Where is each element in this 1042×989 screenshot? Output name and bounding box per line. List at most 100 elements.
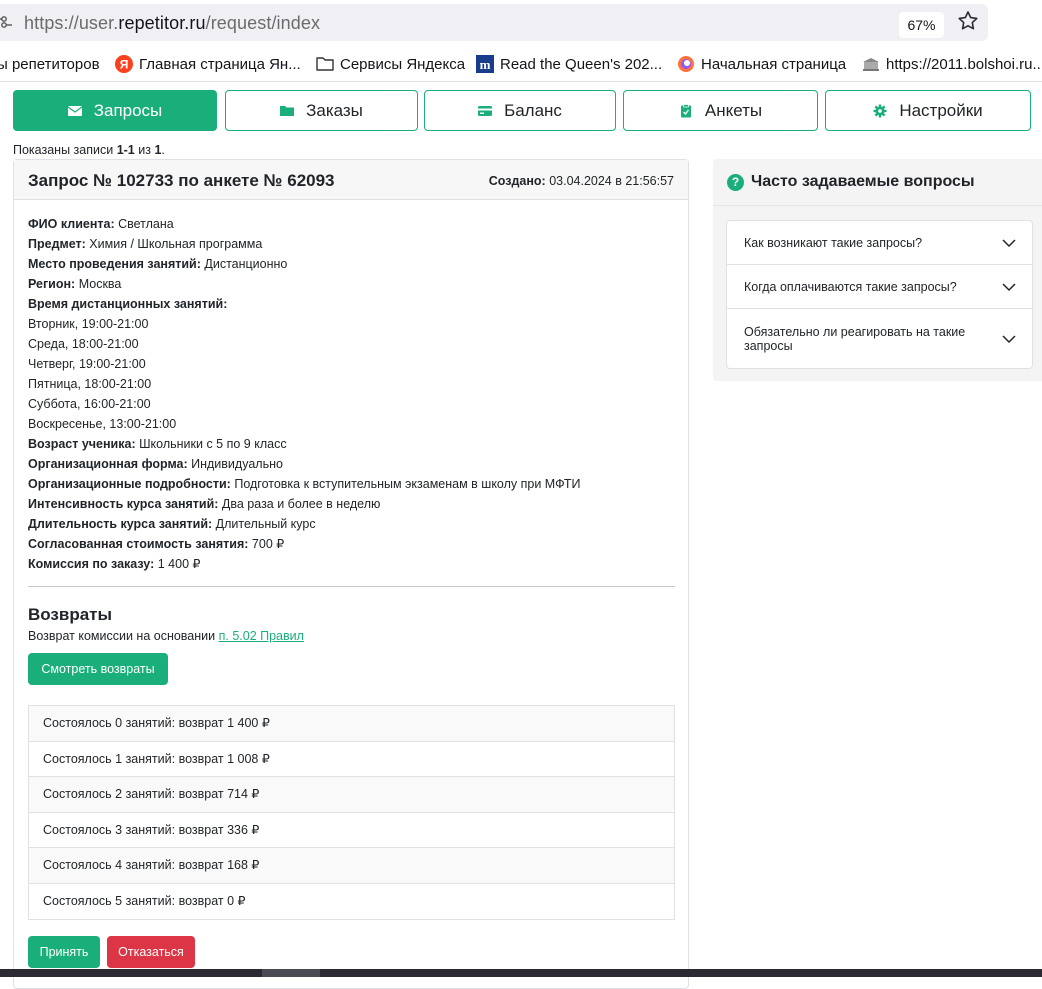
request-card-header: Запрос № 102733 по анкете № 62093 Создан… xyxy=(14,160,688,200)
field-value: Два раза и более в неделю xyxy=(218,497,381,511)
faq-item[interactable]: Когда оплачиваются такие запросы? xyxy=(727,265,1032,309)
field-value: Школьники с 5 по 9 класс xyxy=(135,437,287,451)
refunds-basis: Возврат комиссии на основании п. 5.02 Пр… xyxy=(28,629,304,643)
faq-item[interactable]: Как возникают такие запросы? xyxy=(727,221,1032,265)
field-label: ФИО клиента: xyxy=(28,217,115,231)
field-label: Согласованная стоимость занятия: xyxy=(28,537,249,551)
bookmark-item[interactable]: ы репетиторов xyxy=(0,54,100,74)
field-value: Среда, 18:00-21:00 xyxy=(28,337,139,351)
field-value: Четверг, 19:00-21:00 xyxy=(28,357,146,371)
field-row: Организационные подробности: Подготовка … xyxy=(28,474,678,494)
field-row: Пятница, 18:00-21:00 xyxy=(28,374,678,394)
zoom-level-badge[interactable]: 67% xyxy=(899,12,944,38)
bookmark-item[interactable]: https://2011.bolshoi.ru... xyxy=(862,54,1042,74)
request-title: Запрос № 102733 по анкете № 62093 xyxy=(28,171,335,190)
field-row: Время дистанционных занятий: xyxy=(28,294,678,314)
tab-orders[interactable]: Заказы xyxy=(225,90,418,131)
tab-profiles[interactable]: Анкеты xyxy=(623,90,818,131)
rules-link[interactable]: п. 5.02 Правил xyxy=(219,629,304,643)
globe-icon xyxy=(677,55,695,73)
field-row: Вторник, 19:00-21:00 xyxy=(28,314,678,334)
field-row: Среда, 18:00-21:00 xyxy=(28,334,678,354)
field-value: Пятница, 18:00-21:00 xyxy=(28,377,152,391)
field-value: Индивидуально xyxy=(187,457,283,471)
address-bar[interactable]: https://user.repetitor.ru/request/index … xyxy=(0,4,988,41)
m-logo-icon: m xyxy=(476,55,494,73)
field-value: 1 400 ₽ xyxy=(154,557,201,571)
field-value: Вторник, 19:00-21:00 xyxy=(28,317,149,331)
field-row: Длительность курса занятий: Длительный к… xyxy=(28,514,678,534)
refund-item: Состоялось 3 занятий: возврат 336 ₽ xyxy=(29,813,674,848)
bookmarks-bar: ы репетиторов Я Главная страница Ян... С… xyxy=(0,46,1042,82)
refund-item: Состоялось 1 занятий: возврат 1 008 ₽ xyxy=(29,742,674,777)
field-label: Комиссия по заказу: xyxy=(28,557,155,571)
svg-text:Я: Я xyxy=(120,58,129,72)
faq-panel: ? Часто задаваемые вопросы Как возникают… xyxy=(713,159,1042,381)
field-label: Место проведения занятий: xyxy=(28,257,201,271)
field-row: Организационная форма: Индивидуально xyxy=(28,454,678,474)
faq-item[interactable]: Обязательно ли реагировать на такие запр… xyxy=(727,309,1032,368)
envelope-icon xyxy=(67,105,82,116)
chevron-down-icon xyxy=(1002,334,1016,343)
building-icon xyxy=(862,55,880,73)
taskbar-strip xyxy=(0,969,1042,977)
tab-balance[interactable]: Баланс xyxy=(424,90,616,131)
gear-icon xyxy=(873,104,887,117)
field-row: Четверг, 19:00-21:00 xyxy=(28,354,678,374)
field-label: Интенсивность курса занятий: xyxy=(28,497,219,511)
created-date: Создано: 03.04.2024 в 21:56:57 xyxy=(488,174,674,188)
decline-button[interactable]: Отказаться xyxy=(107,936,195,968)
refund-item: Состоялось 5 занятий: возврат 0 ₽ xyxy=(43,893,246,908)
request-fields: ФИО клиента: Светлана Предмет: Химия / Шк… xyxy=(28,214,678,574)
field-value: Химия / Школьная программа xyxy=(85,237,263,251)
site-info-icon[interactable] xyxy=(0,14,12,30)
tab-settings[interactable]: Настройки xyxy=(825,90,1031,131)
folder-icon xyxy=(280,105,295,116)
clipboard-icon xyxy=(680,103,691,117)
field-row: Комиссия по заказу: 1 400 ₽ xyxy=(28,554,678,574)
field-value: Воскресенье, 13:00-21:00 xyxy=(28,417,177,431)
tab-requests[interactable]: Запросы xyxy=(13,90,217,131)
request-card: Запрос № 102733 по анкете № 62093 Создан… xyxy=(13,159,689,989)
refunds-list: Состоялось 0 занятий: возврат 1 400 ₽ Сос… xyxy=(28,705,675,920)
faq-list: Как возникают такие запросы? Когда оплачи… xyxy=(726,220,1033,369)
field-label: Предмет: xyxy=(28,237,86,251)
field-row: Согласованная стоимость занятия: 700 ₽ xyxy=(28,534,678,554)
folder-icon xyxy=(316,55,334,73)
divider xyxy=(713,205,1042,206)
bookmark-item[interactable]: m Read the Queen's 202... xyxy=(476,54,662,74)
bookmark-item[interactable]: Я Главная страница Ян... xyxy=(115,54,301,74)
main-nav: Запросы Заказы Баланс Анкеты Настройки xyxy=(0,90,1042,132)
bookmark-item[interactable]: Начальная страница xyxy=(677,54,846,74)
chevron-down-icon xyxy=(1002,238,1016,247)
browser-toolbar: https://user.repetitor.ru/request/index … xyxy=(0,0,1042,46)
refund-item: Состоялось 0 занятий: возврат 1 400 ₽ xyxy=(29,706,674,742)
field-row: Воскресенье, 13:00-21:00 xyxy=(28,414,678,434)
divider xyxy=(28,586,675,587)
view-refunds-button[interactable]: Смотреть возвраты xyxy=(28,653,168,685)
field-row: Место проведения занятий: Дистанционно xyxy=(28,254,678,274)
bookmark-star-icon[interactable] xyxy=(956,9,980,33)
field-value: 700 ₽ xyxy=(248,537,285,551)
field-label: Возраст ученика: xyxy=(28,437,136,451)
refunds-heading: Возвраты xyxy=(28,605,113,624)
field-label: Регион: xyxy=(28,277,76,291)
accept-button[interactable]: Принять xyxy=(28,936,100,968)
yandex-icon: Я xyxy=(115,55,133,73)
field-label: Время дистанционных занятий: xyxy=(28,297,228,311)
field-row: Регион: Москва xyxy=(28,274,678,294)
bookmark-item[interactable]: Сервисы Яндекса xyxy=(316,54,465,74)
field-row: Предмет: Химия / Школьная программа xyxy=(28,234,678,254)
chevron-down-icon xyxy=(1002,282,1016,291)
field-value: Подготовка к вступительным экзаменам в ш… xyxy=(230,477,581,491)
faq-question: Когда оплачиваются такие запросы? xyxy=(744,279,957,294)
field-row: Возраст ученика: Школьники с 5 по 9 клас… xyxy=(28,434,678,454)
field-value: Москва xyxy=(75,277,122,291)
field-label: Организационная форма: xyxy=(28,457,188,471)
url-text[interactable]: https://user.repetitor.ru/request/index xyxy=(24,13,320,34)
refund-item: Состоялось 2 занятий: возврат 714 ₽ xyxy=(29,777,674,813)
field-label: Длительность курса занятий: xyxy=(28,517,213,531)
field-value: Длительный курс xyxy=(212,517,316,531)
field-label: Организационные подробности: xyxy=(28,477,231,491)
faq-question: Обязательно ли реагировать на такие запр… xyxy=(744,324,966,353)
